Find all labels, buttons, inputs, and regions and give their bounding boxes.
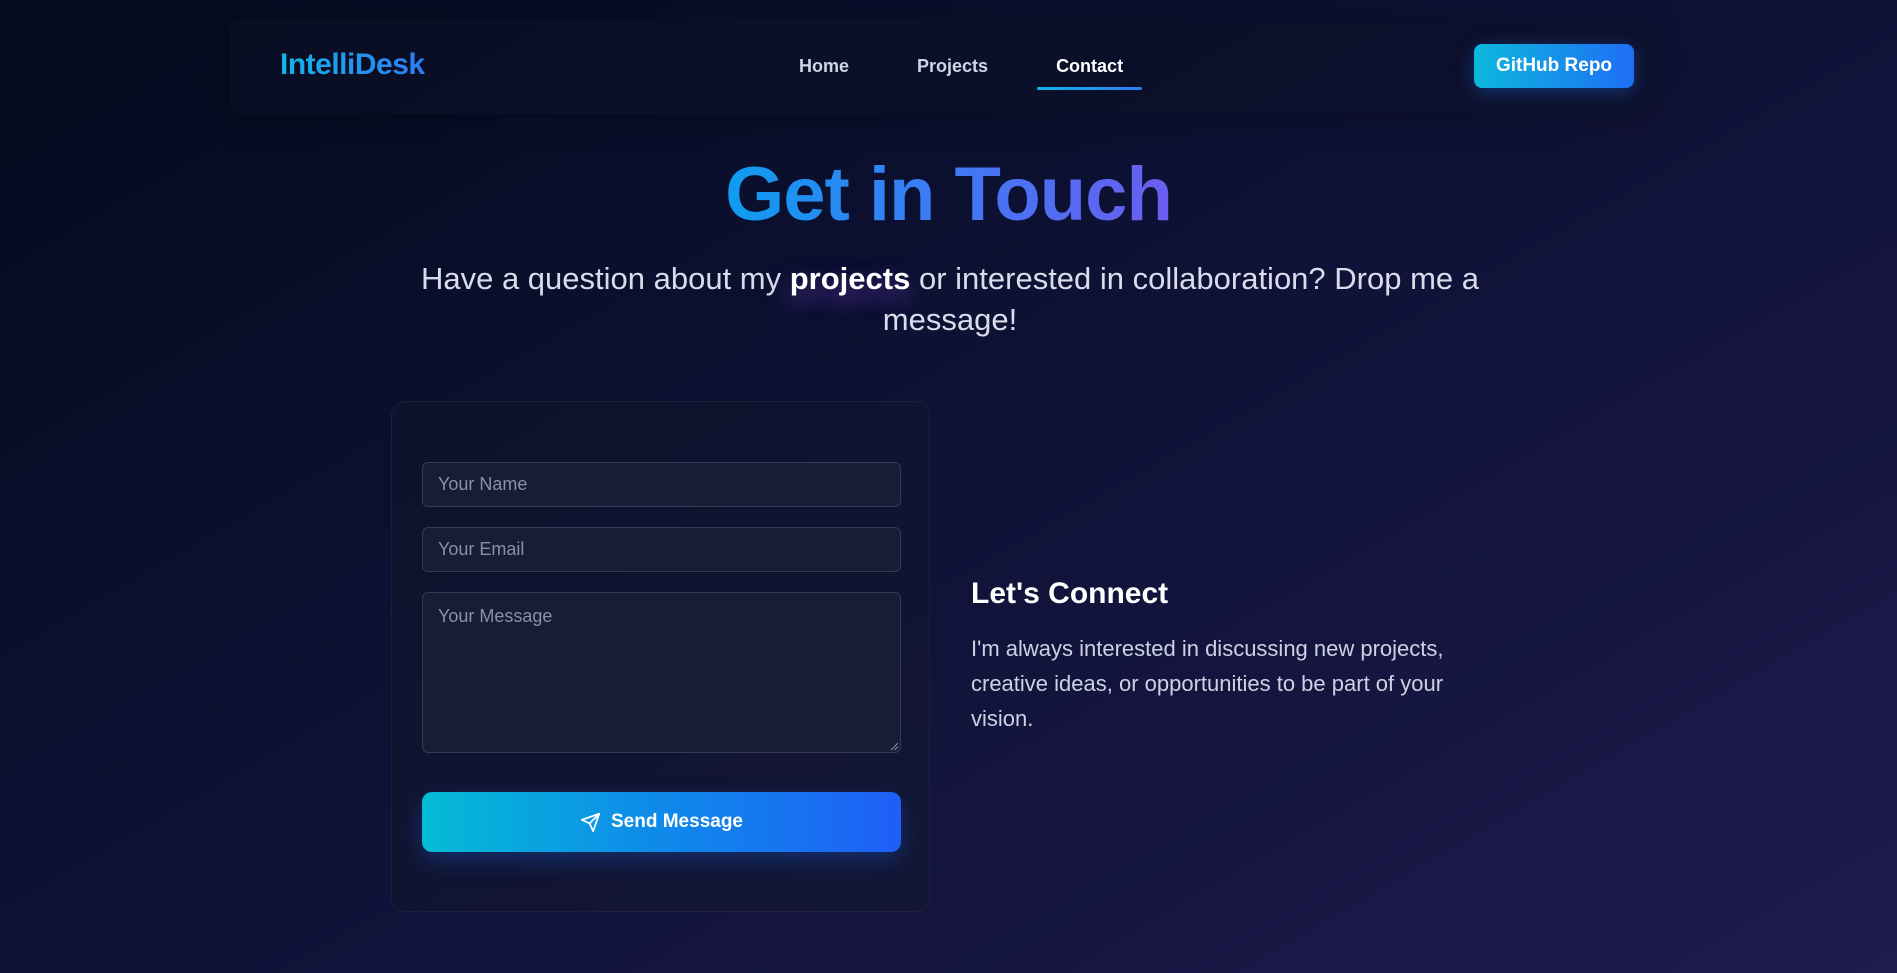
- page-subtitle: Have a question about my projects or int…: [395, 258, 1505, 340]
- nav-link-label: Projects: [917, 55, 989, 76]
- nav-link-label: Home: [799, 55, 850, 76]
- send-message-label: Send Message: [611, 811, 743, 832]
- connect-heading: Let's Connect: [971, 577, 1169, 610]
- send-message-button[interactable]: Send Message: [422, 792, 901, 852]
- page-title: Get in Touch: [0, 150, 1897, 240]
- contact-form: Send Message: [391, 401, 930, 912]
- nav-link-projects[interactable]: Projects: [883, 18, 1022, 114]
- page-title-text: Get in Touch: [725, 152, 1173, 237]
- active-link-underline: [1037, 87, 1143, 90]
- github-repo-button[interactable]: GitHub Repo: [1474, 44, 1634, 88]
- resize-handle-icon[interactable]: [890, 742, 899, 751]
- nav-link-label: Contact: [1056, 55, 1124, 76]
- nav-link-home[interactable]: Home: [765, 18, 883, 114]
- name-input[interactable]: [422, 462, 901, 507]
- send-icon: [580, 812, 601, 832]
- message-textarea[interactable]: [422, 592, 901, 753]
- connect-description: I'm always interested in discussing new …: [971, 636, 1444, 731]
- brand-logo[interactable]: IntelliDesk: [280, 48, 425, 82]
- nav-link-contact[interactable]: Contact: [1022, 18, 1157, 114]
- subtitle-highlight: projects: [789, 261, 911, 296]
- navbar: IntelliDesk Home Projects Contact GitHub…: [230, 18, 1656, 114]
- subtitle-text-before: Have a question about my: [420, 261, 790, 296]
- subtitle-text-after: or interested in collaboration? Drop me …: [882, 261, 1480, 337]
- nav-links: Home Projects Contact: [765, 18, 1157, 114]
- email-input[interactable]: [422, 527, 901, 572]
